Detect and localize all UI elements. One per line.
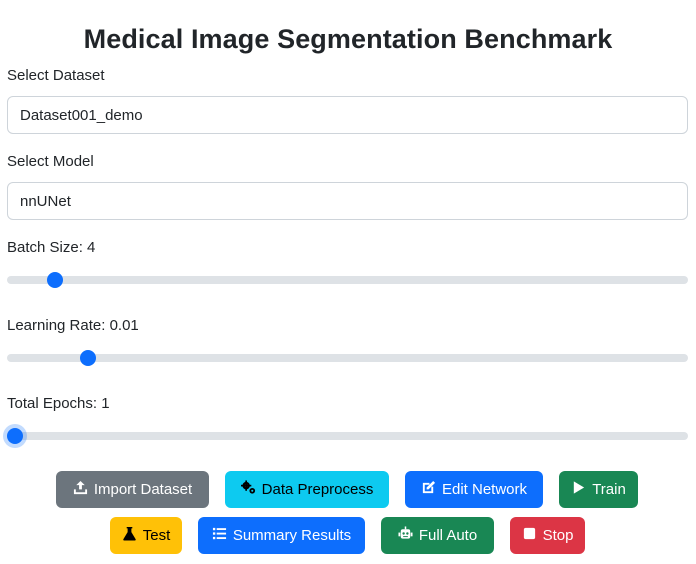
import-dataset-button[interactable]: Import Dataset xyxy=(56,471,209,508)
batch-size-slider[interactable] xyxy=(7,270,688,290)
upload-icon xyxy=(73,480,88,499)
edit-icon xyxy=(421,480,436,499)
import-dataset-label: Import Dataset xyxy=(93,481,193,498)
page-title: Medical Image Segmentation Benchmark xyxy=(83,24,613,54)
learning-rate-slider[interactable] xyxy=(7,348,688,368)
stop-label: Stop xyxy=(542,527,574,544)
summary-results-button[interactable]: Summary Results xyxy=(198,517,365,554)
batch-size-label: Batch Size: 4 xyxy=(7,239,96,256)
test-button[interactable]: Test xyxy=(110,517,182,554)
test-label: Test xyxy=(142,527,171,544)
batch-size-track xyxy=(7,276,688,284)
total-epochs-track xyxy=(7,432,688,440)
stop-button[interactable]: Stop xyxy=(510,517,585,554)
train-label: Train xyxy=(592,481,626,498)
dataset-label: Select Dataset xyxy=(7,67,105,84)
total-epochs-label: Total Epochs: 1 xyxy=(7,395,110,412)
total-epochs-slider[interactable] xyxy=(7,426,688,446)
data-preprocess-label: Data Preprocess xyxy=(261,481,374,498)
play-icon xyxy=(571,480,586,499)
learning-rate-thumb[interactable] xyxy=(80,350,97,366)
edit-network-button[interactable]: Edit Network xyxy=(405,471,543,508)
edit-network-label: Edit Network xyxy=(441,481,528,498)
learning-rate-label: Learning Rate: 0.01 xyxy=(7,317,139,334)
model-select[interactable]: nnUNet xyxy=(7,182,688,220)
learning-rate-track xyxy=(7,354,688,362)
total-epochs-thumb[interactable] xyxy=(7,428,23,444)
model-select-value: nnUNet xyxy=(20,192,71,210)
summary-results-label: Summary Results xyxy=(232,527,352,544)
robot-icon xyxy=(398,526,413,545)
model-label: Select Model xyxy=(7,153,94,170)
dataset-select[interactable]: Dataset001_demo xyxy=(7,96,688,134)
dataset-select-value: Dataset001_demo xyxy=(20,106,143,124)
flask-icon xyxy=(122,526,137,545)
full-auto-button[interactable]: Full Auto xyxy=(381,517,494,554)
gears-icon xyxy=(240,480,256,499)
full-auto-label: Full Auto xyxy=(418,527,478,544)
list-icon xyxy=(212,526,227,545)
data-preprocess-button[interactable]: Data Preprocess xyxy=(225,471,389,508)
stop-icon xyxy=(522,526,537,545)
train-button[interactable]: Train xyxy=(559,471,638,508)
batch-size-thumb[interactable] xyxy=(46,272,63,288)
